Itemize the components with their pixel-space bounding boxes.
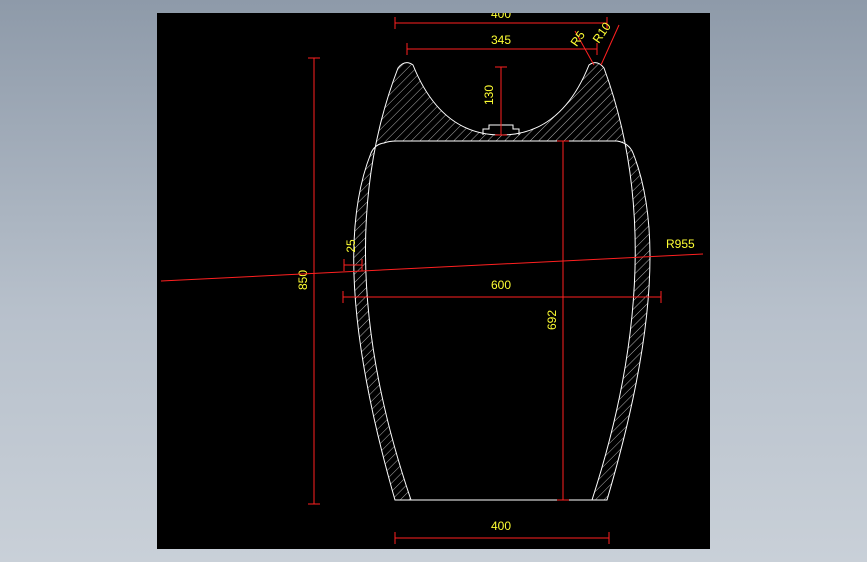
dim-bottom-width-label: 400 xyxy=(491,519,511,533)
dim-total-height: 850 xyxy=(296,57,320,505)
dim-small-radii: R5 R10 xyxy=(568,19,620,66)
cad-drawing: 400 345 R5 R10 130 850 692 R955 25 600 4… xyxy=(160,13,704,544)
dim-cavity-height: 692 xyxy=(545,140,569,501)
dim-wall-thickness-label: 25 xyxy=(344,239,358,253)
dim-groove-depth-label: 130 xyxy=(482,85,496,105)
dim-total-height-label: 850 xyxy=(296,270,310,290)
dim-bottom-width: 400 xyxy=(394,519,610,544)
dim-outer-radius: R955 xyxy=(160,237,704,282)
cad-drawing-viewport[interactable]: 400 345 R5 R10 130 850 692 R955 25 600 4… xyxy=(157,13,710,549)
dim-top-width-label: 400 xyxy=(491,13,511,21)
dim-max-width: 600 xyxy=(342,278,662,303)
dim-groove-width-label: 345 xyxy=(491,33,511,47)
dim-top-width: 400 xyxy=(394,13,608,29)
dim-groove-width: 345 xyxy=(406,33,598,55)
dim-cavity-height-label: 692 xyxy=(545,310,559,330)
dim-outer-radius-label: R955 xyxy=(666,237,695,251)
dim-max-width-label: 600 xyxy=(491,278,511,292)
dim-radius-r5-label: R5 xyxy=(568,28,588,49)
